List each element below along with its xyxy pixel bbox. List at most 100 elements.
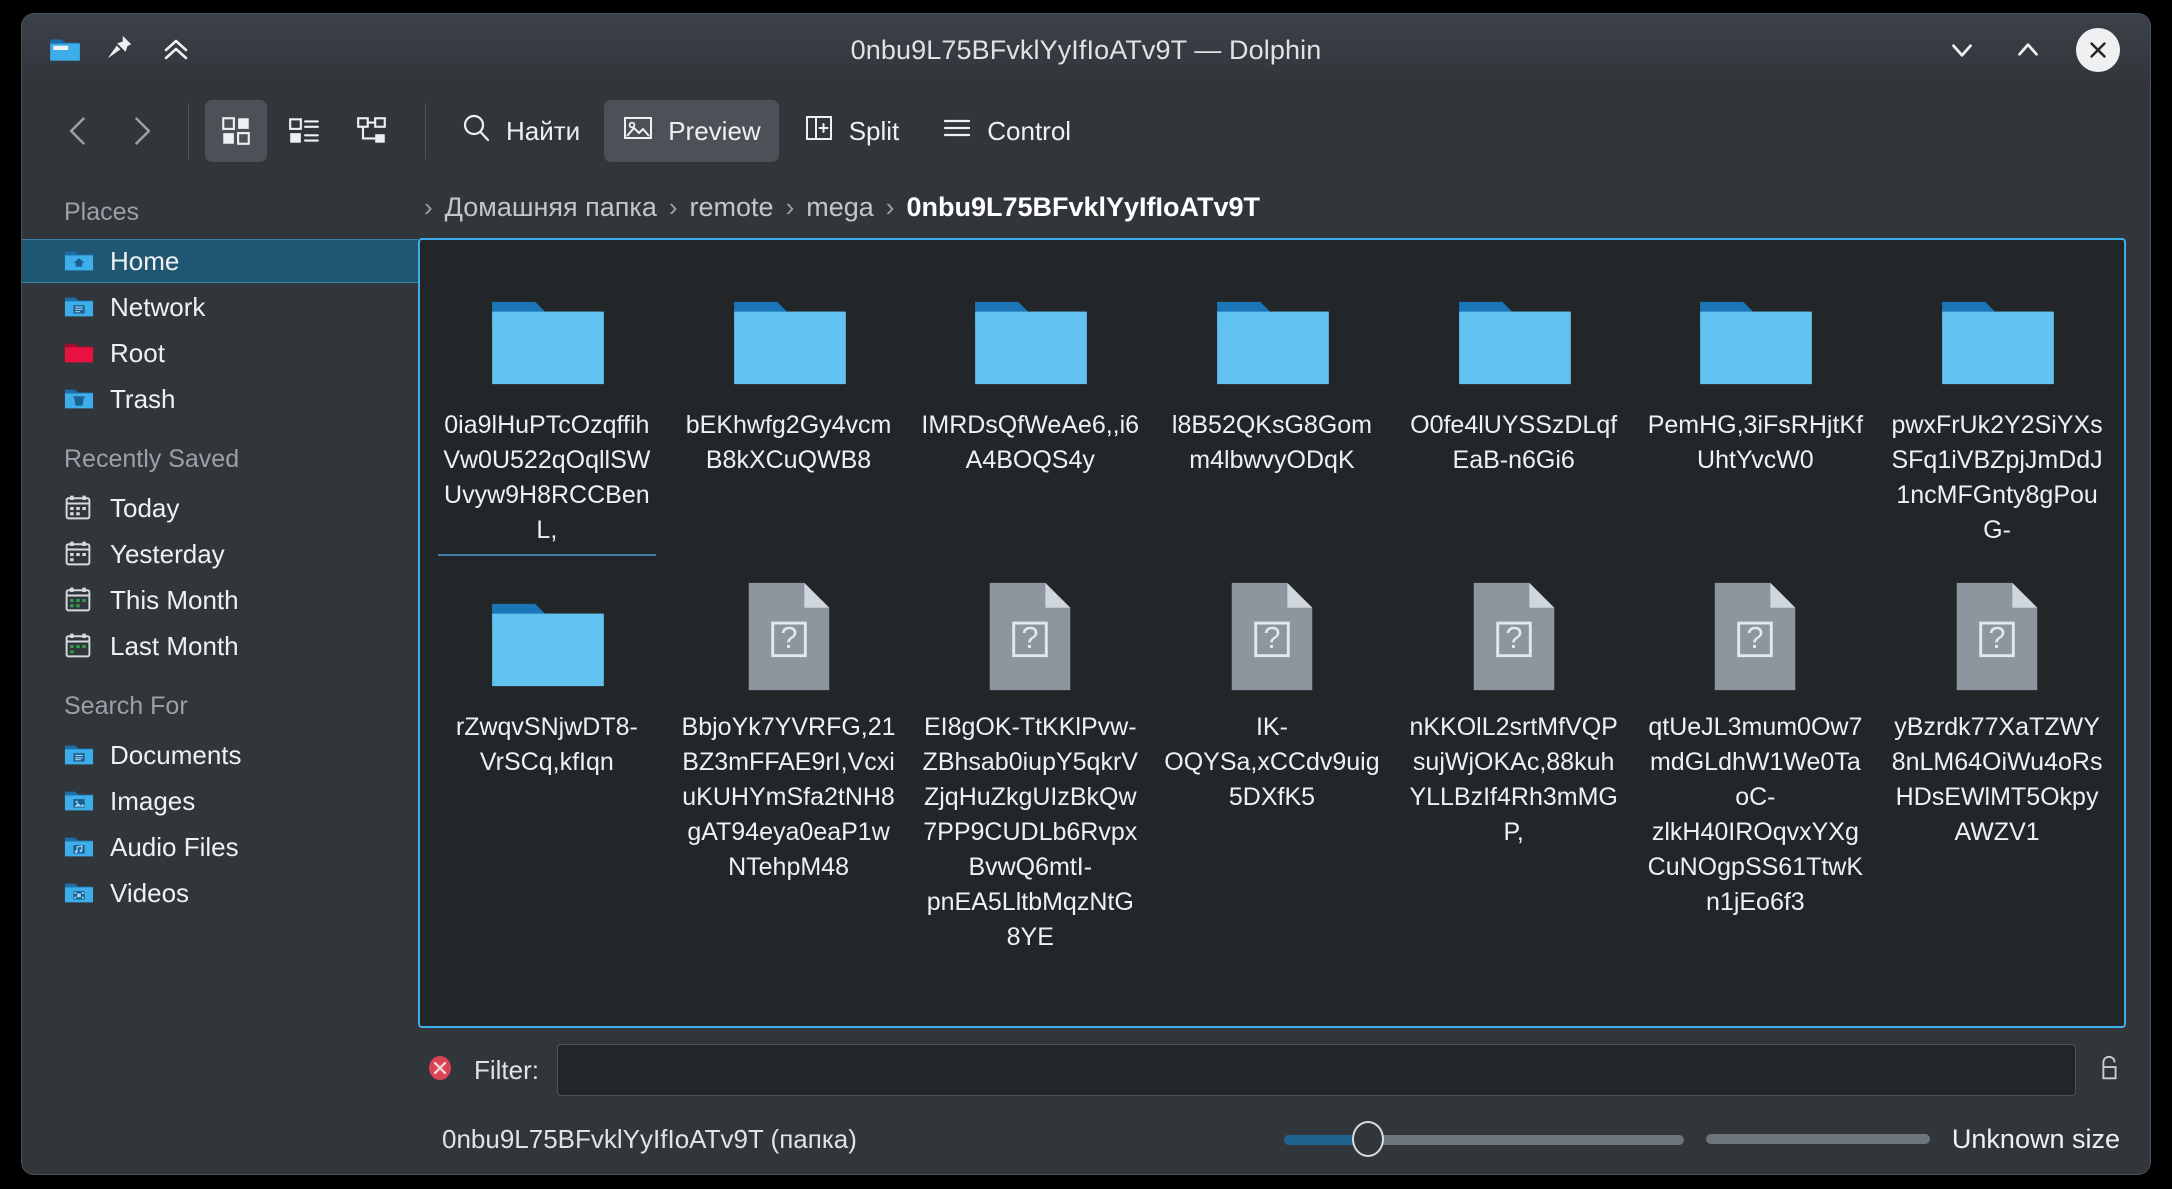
sidebar-section-title-places: Places xyxy=(64,198,140,226)
preview-label: Preview xyxy=(668,115,761,146)
svg-text:?: ? xyxy=(1505,621,1522,655)
file-item[interactable]: ? IK-OQYSa,xCCdv9uig5DXfK5 xyxy=(1151,556,1393,815)
folder-icon xyxy=(971,264,1089,392)
calendar-icon xyxy=(64,539,94,569)
control-button[interactable]: Control xyxy=(923,100,1089,162)
find-button[interactable]: Найти xyxy=(442,100,598,162)
sidebar-item-label: Today xyxy=(110,492,180,523)
image-preview-icon xyxy=(622,112,654,151)
hamburger-menu-icon xyxy=(941,112,973,151)
dolphin-window: 0nbu9L75BFvklYyIfIoATv9T — Dolphin Найти… xyxy=(22,14,2150,1174)
sidebar-item-label: Home xyxy=(110,245,180,276)
status-text: 0nbu9L75BFvklYyIfIoATv9T (папка) xyxy=(442,1123,857,1154)
filter-input[interactable] xyxy=(557,1044,2076,1096)
chevron-down-icon[interactable] xyxy=(1944,32,1980,68)
file-item[interactable]: ? yBzrdk77XaTZWY8nLM64OiWu4oRsHDsEWlMT5O… xyxy=(1876,556,2118,850)
toolbar: Найти Preview Split Control xyxy=(22,86,2150,176)
tree-view-icon[interactable] xyxy=(341,100,403,162)
statusbar-right: Unknown size xyxy=(1283,1121,2120,1157)
toolbar-separator-2 xyxy=(425,103,426,159)
file-item[interactable]: bEKhwfg2Gy4vcmB8kXCuQWB8 xyxy=(668,254,910,478)
back-button[interactable] xyxy=(48,100,110,162)
breadcrumb-item-mega[interactable]: mega xyxy=(806,192,874,223)
preview-button[interactable]: Preview xyxy=(604,100,779,162)
breadcrumb-item-home[interactable]: Домашняя папка xyxy=(445,192,657,223)
search-icon xyxy=(460,112,492,151)
sidebar-item-label: Trash xyxy=(110,383,176,414)
double-chevron-up-icon[interactable] xyxy=(160,33,194,67)
sidebar-item-trash[interactable]: Trash xyxy=(22,377,410,421)
sidebar-item-videos[interactable]: Videos xyxy=(22,871,410,915)
main-pane: › Домашняя папка › remote › mega › 0nbu9… xyxy=(418,176,2150,1104)
window-controls xyxy=(1944,28,2150,72)
file-name: l8B52QKsG8Gomm4lbwvyODqK xyxy=(1171,411,1372,474)
breadcrumb[interactable]: › Домашняя папка › remote › mega › 0nbu9… xyxy=(418,176,2126,238)
network-folder-icon xyxy=(64,292,94,322)
details-view-icon[interactable] xyxy=(273,100,335,162)
close-icon[interactable] xyxy=(2076,28,2120,72)
filter-bar: Filter: xyxy=(418,1036,2126,1104)
chevron-up-icon[interactable] xyxy=(2010,32,2046,68)
sidebar-item-yesterday[interactable]: Yesterday xyxy=(22,532,410,576)
sidebar-item-audio-files[interactable]: Audio Files xyxy=(22,825,410,869)
filter-close-icon[interactable] xyxy=(424,1052,456,1089)
unknown-file-icon: ? xyxy=(741,566,837,694)
file-name: qtUeJL3mum0Ow7mdGLdhW1We0TaoC-zlkH40IROq… xyxy=(1647,713,1864,916)
sidebar-item-label: Videos xyxy=(110,877,190,908)
split-label: Split xyxy=(848,115,900,146)
sidebar-item-today[interactable]: Today xyxy=(22,486,410,530)
unknown-file-icon: ? xyxy=(1466,566,1562,694)
file-item[interactable]: l8B52QKsG8Gomm4lbwvyODqK xyxy=(1151,254,1393,478)
sidebar-item-label: Network xyxy=(110,291,206,322)
split-button[interactable]: Split xyxy=(785,100,918,162)
file-view[interactable]: 0ia9lHuPTcOzqffihVw0U522qOqllSWUvyw9H8RC… xyxy=(418,238,2126,1028)
icons-view-icon[interactable] xyxy=(205,100,267,162)
file-item[interactable]: ? qtUeJL3mum0Ow7mdGLdhW1We0TaoC-zlkH40IR… xyxy=(1635,556,1877,920)
sidebar-item-documents[interactable]: Documents xyxy=(22,733,410,777)
svg-text:?: ? xyxy=(1747,621,1764,655)
trash-folder-icon xyxy=(64,384,94,414)
file-name: O0fe4lUYSSzDLqfEaB-n6Gi6 xyxy=(1410,411,1618,474)
titlebar: 0nbu9L75BFvklYyIfIoATv9T — Dolphin xyxy=(22,14,2150,86)
svg-text:?: ? xyxy=(780,621,797,655)
folder-icon xyxy=(1696,264,1814,392)
folder-icon xyxy=(1455,264,1573,392)
sidebar-section-title-search-for: Search For xyxy=(64,692,188,720)
zoom-slider-handle[interactable] xyxy=(1351,1121,1384,1157)
sidebar-item-label: Images xyxy=(110,785,196,816)
breadcrumb-item-remote[interactable]: remote xyxy=(690,192,774,223)
file-item[interactable]: ? EI8gOK-TtKKlPvw-ZBhsab0iupY5qkrVZjqHuZ… xyxy=(909,556,1151,955)
sidebar-item-this-month[interactable]: This Month xyxy=(22,578,410,622)
file-item[interactable]: IMRDsQfWeAe6,,i6A4BOQS4y xyxy=(909,254,1151,478)
sidebar-section-title-recently-saved: Recently Saved xyxy=(64,445,240,473)
lock-icon[interactable] xyxy=(2094,1051,2124,1090)
folder-icon xyxy=(488,264,606,392)
file-item[interactable]: rZwqvSNjwDT8-VrSCq,kfIqn xyxy=(426,556,668,780)
file-item[interactable]: ? BbjoYk7YVRFG,21BZ3mFFAE9rI,VcxiuKUHYmS… xyxy=(668,556,910,885)
file-name: yBzrdk77XaTZWY8nLM64OiWu4oRsHDsEWlMT5Okp… xyxy=(1891,713,2103,846)
breadcrumb-item-current[interactable]: 0nbu9L75BFvklYyIfIoATv9T xyxy=(906,192,1260,223)
zoom-slider[interactable] xyxy=(1283,1121,1684,1157)
sidebar-item-home[interactable]: Home xyxy=(22,239,418,283)
home-folder-icon xyxy=(64,246,94,276)
unknown-file-icon: ? xyxy=(982,566,1078,694)
file-item[interactable]: pwxFrUk2Y2SiYXsSFq1iVBZpjJmDdJ1ncMFGnty8… xyxy=(1876,254,2118,548)
audio-folder-icon xyxy=(64,832,94,862)
filter-label: Filter: xyxy=(474,1054,539,1085)
sidebar-item-images[interactable]: Images xyxy=(22,779,410,823)
sidebar-item-last-month[interactable]: Last Month xyxy=(22,624,410,668)
file-item[interactable]: ? nKKOlL2srtMfVQPsujWjOKAc,88kuhYLLBzIf4… xyxy=(1393,556,1635,850)
unknown-file-icon: ? xyxy=(1224,566,1320,694)
calendar-icon xyxy=(64,585,94,615)
pin-icon[interactable] xyxy=(104,33,138,67)
sidebar-item-network[interactable]: Network xyxy=(22,285,410,329)
breadcrumb-separator: › xyxy=(885,191,895,222)
file-row: 0ia9lHuPTcOzqffihVw0U522qOqllSWUvyw9H8RC… xyxy=(426,254,2118,556)
control-label: Control xyxy=(987,115,1072,146)
file-item[interactable]: 0ia9lHuPTcOzqffihVw0U522qOqllSWUvyw9H8RC… xyxy=(426,254,668,556)
file-item[interactable]: PemHG,3iFsRHjtKfUhtYvcW0 xyxy=(1635,254,1877,478)
file-item[interactable]: O0fe4lUYSSzDLqfEaB-n6Gi6 xyxy=(1393,254,1635,478)
forward-button[interactable] xyxy=(110,100,172,162)
sidebar-item-root[interactable]: Root xyxy=(22,331,410,375)
file-name: EI8gOK-TtKKlPvw-ZBhsab0iupY5qkrVZjqHuZkg… xyxy=(922,713,1138,951)
